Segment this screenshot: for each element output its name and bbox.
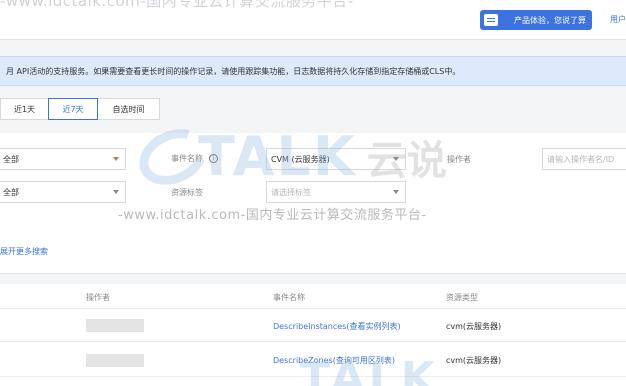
info-icon[interactable]: i (209, 154, 218, 163)
tab-last-7-days[interactable]: 近7天 (48, 98, 98, 120)
event-table: 操作者 事件名称 资源类型 DescribeInstances(查看实例列表) … (0, 284, 626, 386)
event-name-label: 事件名称 i (171, 153, 218, 164)
filter-panel: 全部 事件名称 i CVM (云服务器) 操作者 请输入操作者名/ID 全部 资源… (0, 133, 626, 274)
event-name-value: CVM (云服务器) (271, 154, 330, 164)
column-header-operator: 操作者 (86, 293, 110, 302)
event-link[interactable]: DescribeInstances(查看实例列表) (273, 321, 401, 332)
table-divider (0, 376, 626, 377)
tab-last-1-day[interactable]: 近1天 (0, 98, 48, 120)
chevron-down-icon (113, 157, 119, 161)
event-name-select[interactable]: CVM (云服务器) (266, 148, 406, 170)
operator-input[interactable]: 请输入操作者名/ID (542, 148, 626, 170)
feedback-label: 产品体验，您说了算 (514, 15, 586, 25)
chat-icon (484, 14, 498, 26)
resource-tag-label: 资源标签 (171, 188, 203, 197)
column-header-resource-type: 资源类型 (446, 293, 478, 302)
filter-select-2[interactable]: 全部 (0, 181, 126, 203)
operator-label: 操作者 (447, 155, 471, 164)
table-divider (0, 308, 626, 309)
operator-redacted (86, 319, 144, 332)
chevron-down-icon (393, 157, 399, 161)
column-header-event-name: 事件名称 (273, 293, 305, 302)
expand-more-search-link[interactable]: 展开更多搜索 (0, 246, 48, 257)
watermark-top-text: -www.idctalk.com-国内专业云计算交流服务平台- (0, 0, 354, 10)
filter-select-1-value: 全部 (3, 154, 19, 164)
resource-type: cvm(云服务器) (446, 322, 502, 331)
feedback-button[interactable]: 产品体验，您说了算 (480, 10, 592, 30)
filter-select-2-value: 全部 (3, 187, 19, 197)
notice-text: 月 API活动的支持服务。如果需要查看更长时间的操作记录，请使用跟踪集功能，日志… (6, 66, 461, 76)
filter-select-1[interactable]: 全部 (0, 148, 126, 170)
operator-redacted (86, 354, 144, 367)
resource-type: cvm(云服务器) (446, 356, 502, 365)
event-link[interactable]: DescribeZones(查询可用区列表) (273, 355, 395, 366)
tab-custom-time[interactable]: 自选时间 (98, 98, 160, 120)
resource-tag-placeholder: 请选择标签 (271, 187, 311, 197)
user-link[interactable]: 用户 (610, 14, 626, 25)
event-name-label-text: 事件名称 (171, 154, 203, 163)
chevron-down-icon (113, 190, 119, 194)
notice-banner: 月 API活动的支持服务。如果需要查看更长时间的操作记录，请使用跟踪集功能，日志… (0, 56, 626, 86)
resource-tag-select[interactable]: 请选择标签 (266, 181, 406, 203)
chevron-down-icon (393, 190, 399, 194)
operator-placeholder: 请输入操作者名/ID (547, 154, 615, 164)
table-divider (0, 341, 626, 342)
time-range-tabs: 近1天 近7天 自选时间 (0, 98, 160, 120)
top-bar: -www.idctalk.com-国内专业云计算交流服务平台- 产品体验，您说了… (0, 0, 626, 40)
